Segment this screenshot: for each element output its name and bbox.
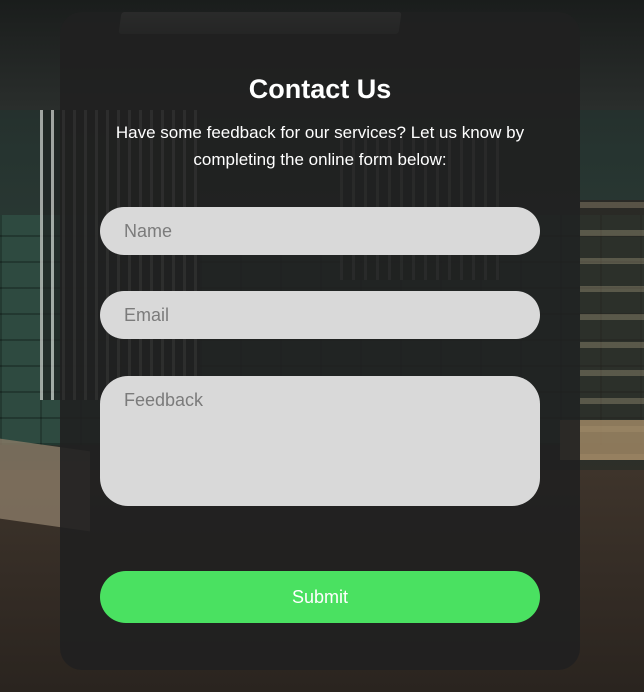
feedback-textarea[interactable] bbox=[100, 376, 540, 506]
form-subtitle: Have some feedback for our services? Let… bbox=[115, 123, 525, 169]
submit-button[interactable]: Submit bbox=[100, 571, 540, 623]
email-input[interactable] bbox=[100, 291, 540, 339]
contact-form-card: Contact Us Have some feedback for our se… bbox=[60, 12, 580, 670]
form-title: Contact Us bbox=[248, 74, 392, 104]
name-input[interactable] bbox=[100, 207, 540, 255]
